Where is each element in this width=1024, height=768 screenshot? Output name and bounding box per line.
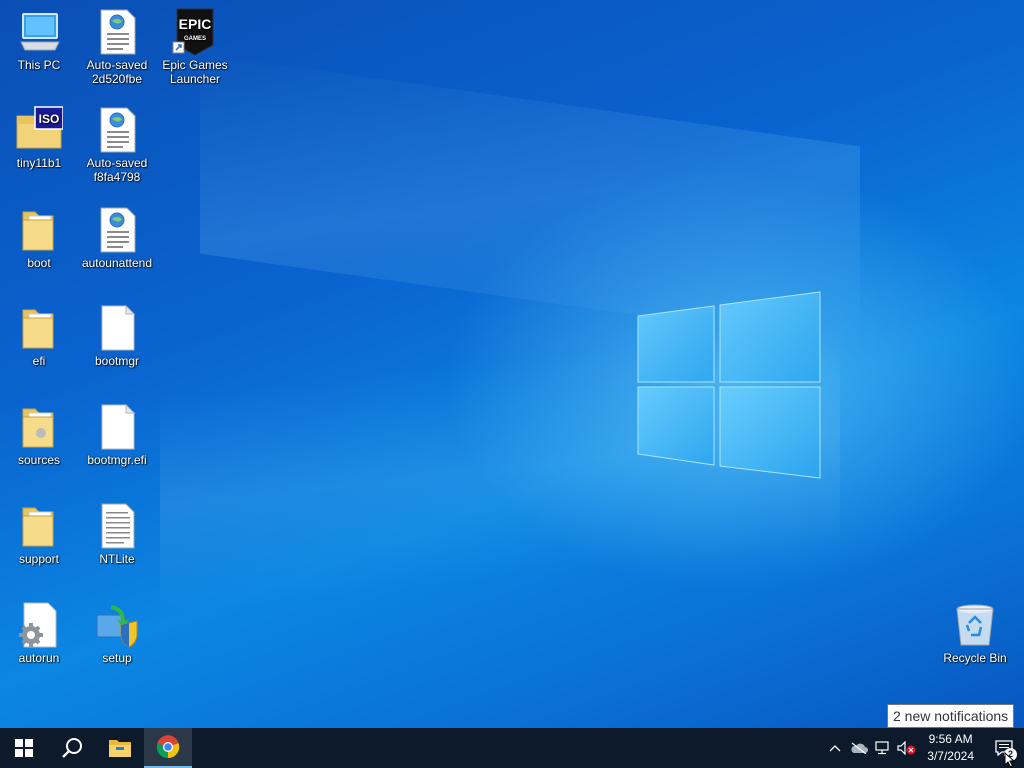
volume-tray-button[interactable] xyxy=(895,728,919,768)
clock-time: 9:56 AM xyxy=(928,732,973,746)
recycle-bin-icon xyxy=(951,601,999,649)
desktop-icon-label: efi xyxy=(32,354,46,368)
volume-muted-icon xyxy=(897,741,916,755)
desktop-icon-recycle-bin[interactable]: Recycle Bin xyxy=(936,601,1014,665)
desktop-icon-label: autounattend xyxy=(81,256,153,270)
desktop-icon-autounattend[interactable]: autounattend xyxy=(78,206,156,270)
text-document-icon xyxy=(93,502,141,550)
desktop-icon-label: boot xyxy=(27,256,51,270)
desktop-icon-label: NTLite xyxy=(99,552,135,566)
desktop-icon-label: This PC xyxy=(17,58,61,72)
chevron-up-icon xyxy=(829,745,841,752)
desktop-icon-label: Auto-saved 2d520fbe xyxy=(86,58,148,86)
search-icon xyxy=(62,738,82,758)
taskbar: 9:56 AM 3/7/2024 2 xyxy=(0,728,1024,768)
desktop-icon-autorun[interactable]: autorun xyxy=(0,601,78,665)
svg-text:ISO: ISO xyxy=(39,112,60,126)
chrome-icon xyxy=(156,735,180,759)
desktop-icon-boot[interactable]: boot xyxy=(0,206,78,270)
system-tray: 9:56 AM 3/7/2024 2 xyxy=(823,728,1024,768)
start-button[interactable] xyxy=(0,728,48,768)
desktop-icon-epic-games-launcher[interactable]: EPIC GAMES Epic Games Launcher xyxy=(156,8,234,86)
desktop-icon-label: tiny11b1 xyxy=(16,156,62,170)
setup-installer-icon xyxy=(93,601,141,649)
desktop-icon-bootmgr-efi[interactable]: bootmgr.efi xyxy=(78,403,156,467)
network-tray-button[interactable] xyxy=(871,728,895,768)
desktop-icon-label: autorun xyxy=(18,651,60,665)
desktop-icon-label: bootmgr xyxy=(94,354,140,368)
desktop-icon-label: support xyxy=(18,552,60,566)
desktop-icon-label: Recycle Bin xyxy=(943,651,1007,665)
web-document-icon xyxy=(93,206,141,254)
file-explorer-icon xyxy=(109,740,131,757)
blank-file-icon xyxy=(93,304,141,352)
web-document-icon xyxy=(93,8,141,56)
desktop-icon-label: Epic Games Launcher xyxy=(162,58,228,86)
folder-icon xyxy=(15,502,63,550)
desktop-icon-auto-saved-2d520fbe[interactable]: Auto-saved 2d520fbe xyxy=(78,8,156,86)
desktop-icon-sources[interactable]: sources xyxy=(0,403,78,467)
desktop-icon-support[interactable]: support xyxy=(0,502,78,566)
desktop-icon-setup[interactable]: setup xyxy=(78,601,156,665)
desktop-icon-this-pc[interactable]: This PC xyxy=(0,8,78,72)
clock-date: 3/7/2024 xyxy=(927,749,974,763)
iso-disc-image-icon: ISO xyxy=(15,106,64,154)
windows-wallpaper-logo xyxy=(637,291,821,479)
settings-file-icon xyxy=(15,601,63,649)
folder-icon xyxy=(15,403,63,451)
network-icon xyxy=(875,741,889,755)
desktop-icon-label: setup xyxy=(102,651,132,665)
mouse-cursor-icon xyxy=(1004,752,1016,768)
computer-icon xyxy=(15,8,63,56)
taskbar-clock[interactable]: 9:56 AM 3/7/2024 xyxy=(919,731,984,765)
web-document-icon xyxy=(93,106,141,154)
onedrive-tray-button[interactable] xyxy=(847,728,871,768)
taskbar-chrome[interactable] xyxy=(144,728,192,768)
search-button[interactable] xyxy=(48,728,96,768)
folder-icon xyxy=(15,304,63,352)
desktop-icon-ntlite[interactable]: NTLite xyxy=(78,502,156,566)
desktop-icon-tiny11b1[interactable]: ISO tiny11b1 xyxy=(0,106,78,170)
taskbar-file-explorer[interactable] xyxy=(96,728,144,768)
folder-icon xyxy=(15,206,63,254)
desktop-icon-label: Auto-saved f8fa4798 xyxy=(86,156,148,184)
windows-logo-icon xyxy=(15,739,33,757)
desktop-icon-label: sources xyxy=(17,453,61,467)
desktop-icon-label: bootmgr.efi xyxy=(87,453,147,467)
desktop-icon-auto-saved-f8fa4798[interactable]: Auto-saved f8fa4798 xyxy=(78,106,156,184)
show-hidden-icons-button[interactable] xyxy=(823,728,847,768)
desktop-icon-efi[interactable]: efi xyxy=(0,304,78,368)
svg-text:GAMES: GAMES xyxy=(184,36,206,42)
onedrive-offline-icon xyxy=(851,742,869,754)
blank-file-icon xyxy=(93,403,141,451)
svg-text:EPIC: EPIC xyxy=(179,16,212,32)
notifications-tooltip: 2 new notifications xyxy=(887,704,1015,728)
epic-games-icon: EPIC GAMES xyxy=(171,8,219,56)
desktop-icon-bootmgr[interactable]: bootmgr xyxy=(78,304,156,368)
